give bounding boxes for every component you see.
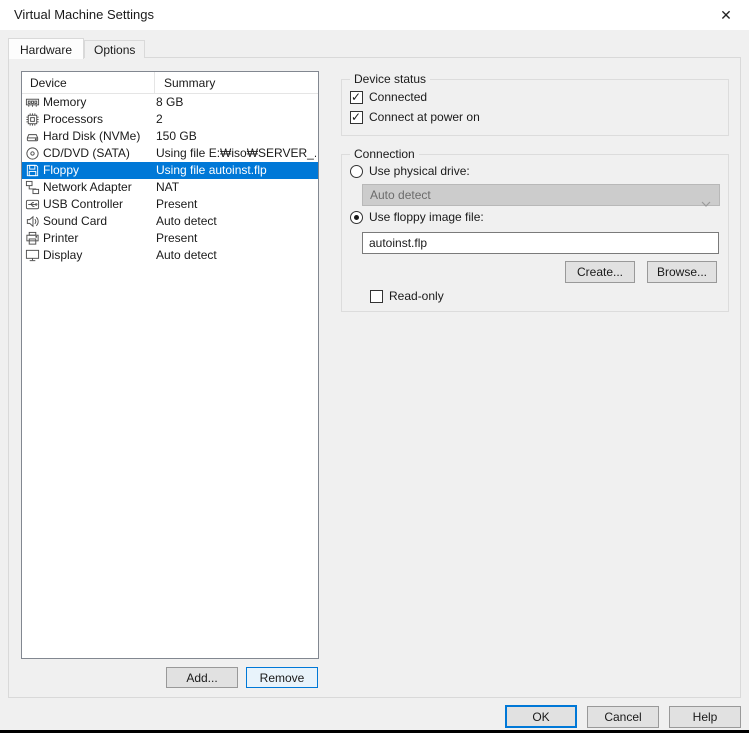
ok-button[interactable]: OK [505,705,577,728]
tab-strip: Hardware Options [8,37,146,59]
device-list-header: Device Summary [22,72,318,94]
connection-legend: Connection [350,147,419,161]
dialog-title: Virtual Machine Settings [14,7,154,22]
add-device-button[interactable]: Add... [166,667,238,688]
physical-drive-select: Auto detect [362,184,720,207]
column-divider [154,72,155,94]
device-name: Memory [43,95,87,109]
read-only-label: Read-only [389,289,444,303]
floppy-image-file-input[interactable] [362,232,719,254]
hardware-tab-page: Device Summary Memory 8 GB Processors 2 [8,57,741,698]
connected-checkbox[interactable] [350,90,363,104]
device-name: Sound Card [43,214,108,228]
device-list: Device Summary Memory 8 GB Processors 2 [21,71,319,659]
list-item-cd-dvd[interactable]: CD/DVD (SATA) Using file E:₩iso₩SERVER_.… [22,145,318,162]
browse-button[interactable]: Browse... [647,261,717,283]
device-name: Hard Disk (NVMe) [43,129,141,143]
processor-icon [25,112,40,127]
physical-drive-select-value: Auto detect [370,188,431,202]
usb-controller-icon [25,197,40,212]
floppy-icon [25,163,40,178]
cancel-button[interactable]: Cancel [587,706,659,728]
tab-options[interactable]: Options [84,40,146,58]
device-rows: Memory 8 GB Processors 2 Hard Disk (NVMe… [22,94,318,264]
use-floppy-image-radio-row: Use floppy image file: [350,210,484,224]
tab-hardware[interactable]: Hardware [8,38,85,59]
device-name: CD/DVD (SATA) [43,146,130,160]
use-physical-drive-radio-row: Use physical drive: [350,164,470,178]
connection-group: Connection Use physical drive: Auto dete… [341,147,729,312]
connected-label: Connected [369,90,428,104]
cd-dvd-icon [25,146,40,161]
device-name: Processors [43,112,104,126]
device-summary: 2 [156,112,163,126]
list-item-sound-card[interactable]: Sound Card Auto detect [22,213,318,230]
device-status-group: Device status Connected Connect at power… [341,72,729,136]
list-item-floppy[interactable]: Floppy Using file autoinst.flp [22,162,318,179]
device-summary: NAT [156,180,180,194]
list-item-memory[interactable]: Memory 8 GB [22,94,318,111]
memory-icon [25,95,40,110]
device-status-legend: Device status [350,72,431,86]
list-item-printer[interactable]: Printer Present [22,230,318,247]
connected-checkbox-row: Connected [350,90,427,104]
help-button[interactable]: Help [669,706,741,728]
printer-icon [25,231,40,246]
device-summary: Present [156,231,198,245]
device-summary: Present [156,197,198,211]
read-only-checkbox-row: Read-only [370,289,444,303]
device-name: Display [43,248,83,262]
network-adapter-icon [25,180,40,195]
use-physical-drive-radio[interactable] [350,164,363,178]
read-only-checkbox[interactable] [370,289,383,303]
connect-at-power-on-checkbox[interactable] [350,110,363,124]
list-item-hard-disk[interactable]: Hard Disk (NVMe) 150 GB [22,128,318,145]
list-item-processors[interactable]: Processors 2 [22,111,318,128]
list-item-usb-controller[interactable]: USB Controller Present [22,196,318,213]
use-floppy-image-radio[interactable] [350,210,363,224]
device-name: USB Controller [43,197,124,211]
device-summary: 150 GB [156,129,197,143]
remove-device-button[interactable]: Remove [246,667,318,688]
device-summary: Auto detect [156,248,217,262]
use-floppy-image-label: Use floppy image file: [369,210,484,224]
close-icon[interactable]: ✕ [703,0,749,30]
chevron-down-icon [701,193,711,213]
device-name: Network Adapter [43,180,132,194]
device-summary: Using file E:₩iso₩SERVER_... [156,146,316,160]
column-header-device: Device [30,76,67,90]
virtual-machine-settings-dialog: Virtual Machine Settings ✕ Hardware Opti… [0,0,749,733]
list-item-network-adapter[interactable]: Network Adapter NAT [22,179,318,196]
list-item-display[interactable]: Display Auto detect [22,247,318,264]
device-summary: 8 GB [156,95,184,109]
sound-card-icon [25,214,40,229]
device-name: Floppy [43,163,80,177]
device-summary: Auto detect [156,214,217,228]
connect-at-power-on-label: Connect at power on [369,110,480,124]
use-physical-drive-label: Use physical drive: [369,164,470,178]
connect-at-power-on-checkbox-row: Connect at power on [350,110,480,124]
display-icon [25,248,40,263]
column-header-summary: Summary [164,76,216,90]
device-summary: Using file autoinst.flp [156,163,267,177]
device-name: Printer [43,231,79,245]
hard-disk-icon [25,129,40,144]
create-button[interactable]: Create... [565,261,635,283]
title-bar: Virtual Machine Settings ✕ [0,0,749,30]
